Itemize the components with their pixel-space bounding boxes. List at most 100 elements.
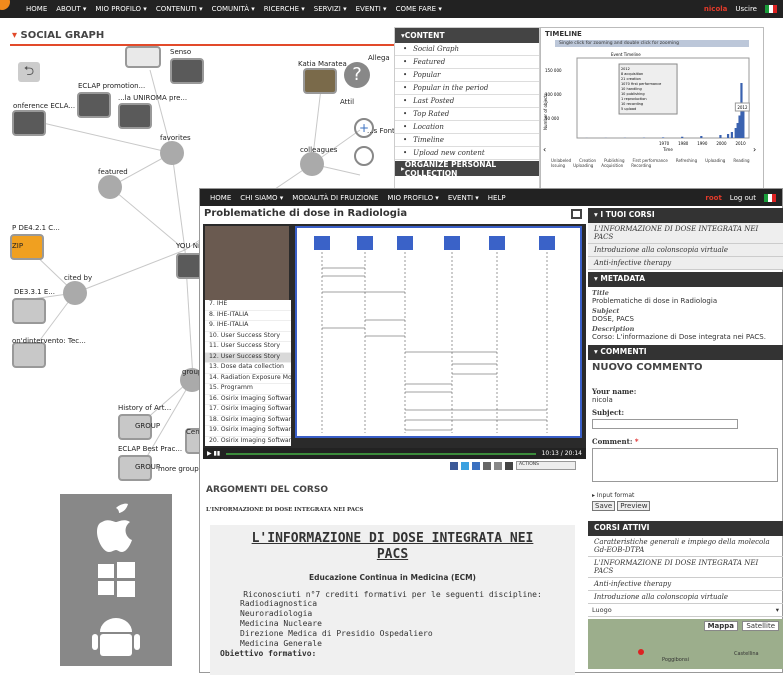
graph-label[interactable]: ZIP (12, 242, 23, 250)
apple-icon[interactable] (60, 494, 172, 666)
actions-select[interactable]: ACTIONS (516, 461, 576, 470)
graph-label[interactable]: P DE4.2.1 C... (12, 224, 60, 232)
timeline-bar[interactable] (738, 116, 740, 139)
playlist-item[interactable]: 16. Osirix Imaging Software (205, 395, 291, 406)
course-link[interactable]: Anti-infective therapy (588, 257, 783, 270)
user-name[interactable]: nicola (704, 5, 727, 13)
subject-input[interactable] (592, 419, 738, 429)
playlist-item[interactable]: 14. Radiation Exposure Monit (205, 374, 291, 385)
active-course-link[interactable]: Introduzione alla colonscopia virtuale (588, 591, 783, 604)
comment-textarea[interactable] (592, 448, 778, 482)
player-controls[interactable]: ▶ ▮▮10:13 / 20:14 (203, 448, 586, 459)
active-course-link[interactable]: L'INFORMAZIONE DI DOSE INTEGRATA NEI PAC… (588, 557, 783, 578)
playlist-item[interactable]: 7. IHE (205, 300, 291, 311)
organize-collection[interactable]: ▸ ORGANIZE PERSONAL COLLECTION (395, 161, 539, 176)
twitter-icon[interactable] (461, 462, 469, 470)
logout-link[interactable]: Uscire (735, 5, 757, 13)
help-icon[interactable]: ? (344, 62, 370, 88)
graph-node-featured[interactable] (98, 175, 122, 199)
play-icon[interactable]: ▶ ▮▮ (207, 450, 220, 457)
timeline-next-icon[interactable]: › (753, 145, 756, 154)
map-pin-icon[interactable] (638, 649, 644, 655)
graph-label[interactable]: GROUP (135, 463, 160, 471)
legend-item[interactable]: Recording (631, 163, 651, 168)
graph-label[interactable]: ECLAP promotion... (78, 82, 145, 90)
playlist-item[interactable]: 17. Osirix Imaging Software (205, 405, 291, 416)
graph-thumb[interactable] (12, 342, 46, 368)
course-nav-item[interactable]: EVENTI ▾ (448, 194, 479, 202)
graph-label[interactable]: Senso (170, 48, 191, 56)
playlist-item[interactable]: 13. Dose data collection (205, 363, 291, 374)
graph-node-favorites[interactable] (160, 141, 184, 165)
timeline-bar[interactable] (731, 132, 733, 138)
map[interactable]: Mappa Satellite Poggibonsi Castellina (588, 619, 783, 669)
graph-thumb[interactable] (12, 298, 46, 324)
graph-label[interactable]: cited by (64, 274, 92, 282)
graph-label[interactable]: more groups (158, 465, 202, 473)
playlist-item[interactable]: 11. User Success Story (205, 342, 291, 353)
course-nav-item[interactable]: MODALITÀ DI FRUIZIONE (292, 194, 378, 202)
course-link[interactable]: Introduzione alla colonscopia virtuale (588, 244, 783, 257)
graph-node-colleagues[interactable] (300, 152, 324, 176)
timeline-bar[interactable] (727, 134, 729, 138)
seek-bar[interactable] (226, 453, 535, 455)
course-user[interactable]: root (705, 194, 721, 202)
input-format[interactable]: ▸ Input format (588, 484, 783, 499)
playlist-item[interactable]: 12. User Success Story (205, 353, 291, 364)
content-menu-item[interactable]: Timeline (395, 134, 539, 147)
course-nav-item[interactable]: HELP (488, 194, 506, 202)
graph-label[interactable]: YOU Ni (176, 242, 200, 250)
graph-label[interactable]: Cen (186, 428, 200, 436)
active-course-link[interactable]: Caratteristiche generali e impiego della… (588, 536, 783, 557)
graph-label[interactable]: History of Art... (118, 404, 171, 412)
legend-item[interactable]: Uploading (573, 163, 593, 168)
content-menu-item[interactable]: Featured (395, 56, 539, 69)
legend-item[interactable]: Uploading (705, 158, 725, 163)
luogo-select[interactable]: Luogo▾ (588, 604, 783, 617)
legend-item[interactable]: Acquisition (601, 163, 623, 168)
timeline-bar[interactable] (737, 123, 739, 138)
timeline-bar[interactable] (735, 128, 737, 138)
email-icon[interactable] (472, 462, 480, 470)
active-course-link[interactable]: Anti-infective therapy (588, 578, 783, 591)
facebook-icon[interactable] (450, 462, 458, 470)
content-menu-item[interactable]: Popular in the period (395, 82, 539, 95)
content-menu-item[interactable]: Upload new content (395, 147, 539, 160)
graph-node-cited-by[interactable] (63, 281, 87, 305)
graph-thumb[interactable] (77, 92, 111, 118)
playlist-item[interactable]: 20. Osirix Imaging Software (205, 437, 291, 447)
content-menu-item[interactable]: Popular (395, 69, 539, 82)
graph-label[interactable]: DE3.3.1 E... (14, 288, 55, 296)
content-menu-item[interactable]: Location (395, 121, 539, 134)
timeline-bar[interactable] (662, 137, 664, 138)
graph-label[interactable]: Allega (368, 54, 390, 62)
playlist-item[interactable]: 15. Programm (205, 384, 291, 395)
graph-label[interactable]: favorites (160, 134, 191, 142)
top-nav-item[interactable]: COME FARE ▾ (396, 5, 442, 13)
timeline-bar[interactable] (681, 137, 683, 138)
graph-label[interactable]: ...la UNIROMA pre... (118, 94, 187, 102)
timeline-bar[interactable] (700, 136, 702, 138)
graph-thumb[interactable] (170, 58, 204, 84)
graph-label[interactable]: on'dintervento: Tec... (12, 337, 86, 345)
download-icon[interactable] (505, 462, 513, 470)
course-nav-item[interactable]: HOME (210, 194, 231, 202)
satellite-button[interactable]: Satellite (742, 621, 779, 631)
video-player[interactable]: 7. IHE8. IHE-ITALIA9. IHE-ITALIA10. User… (203, 224, 586, 448)
playlist[interactable]: 7. IHE8. IHE-ITALIA9. IHE-ITALIA10. User… (205, 300, 291, 446)
timeline-bar[interactable] (742, 108, 744, 138)
map-button[interactable]: Mappa (704, 621, 738, 631)
graph-label[interactable]: featured (98, 168, 128, 176)
graph-label[interactable]: ECLAP Best Prac... (118, 445, 182, 453)
timeline-bar[interactable] (719, 135, 721, 138)
timeline-prev-icon[interactable]: ‹ (543, 145, 546, 154)
legend-item[interactable]: Refreshing (676, 158, 697, 163)
like-icon[interactable] (494, 462, 502, 470)
content-menu-item[interactable]: Social Graph (395, 43, 539, 56)
legend-item[interactable]: Issuing (551, 163, 565, 168)
graph-label[interactable]: Katia Maratea (298, 60, 347, 68)
playlist-item[interactable]: 19. Osirix Imaging Software (205, 426, 291, 437)
graph-label[interactable]: colleagues (300, 146, 337, 154)
graph-label[interactable]: onference ECLA... (13, 102, 75, 110)
graph-label[interactable]: Attil (340, 98, 354, 106)
